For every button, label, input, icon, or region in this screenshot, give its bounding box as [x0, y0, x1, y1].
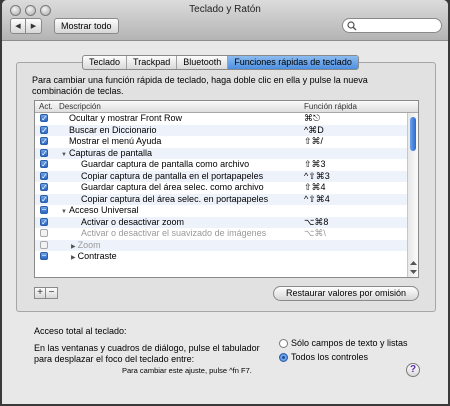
disabled-checkbox[interactable]: ✓: [40, 229, 48, 237]
instructions-line-2: combinación de teclas.: [32, 86, 124, 96]
help-button[interactable]: ?: [406, 363, 420, 377]
forward-arrow-icon: ▶: [30, 23, 37, 30]
enabled-checkbox[interactable]: ✓: [40, 114, 48, 123]
header-act[interactable]: Act.: [39, 101, 53, 112]
back-arrow-icon: ◀: [15, 23, 21, 30]
table-group-row[interactable]: ✓ ▶Zoom: [35, 239, 407, 251]
table-header: Act. Descripción Función rápida: [35, 101, 418, 113]
radio-all-controls[interactable]: [279, 353, 288, 362]
table-row[interactable]: ✓ Mostrar el menú Ayuda ⇧⌘/: [35, 136, 407, 148]
table-row[interactable]: ✓ Activar o desactivar el suavizado de i…: [35, 228, 407, 240]
restore-defaults-button[interactable]: Restaurar valores por omisión: [273, 286, 419, 301]
enabled-checkbox[interactable]: ✓: [40, 217, 48, 226]
scrollbar-thumb[interactable]: [410, 117, 416, 151]
table-row[interactable]: ✓ Copiar captura del área selec. en port…: [35, 193, 407, 205]
tab-keyboard[interactable]: Teclado: [83, 56, 128, 69]
mixed-checkbox[interactable]: −: [40, 252, 48, 260]
row-description: Copiar captura de pantalla en el portapa…: [81, 170, 264, 181]
question-mark-icon: ?: [409, 364, 417, 375]
tab-bar: Teclado Trackpad Bluetooth Funciones ráp…: [82, 55, 359, 70]
row-description: Activar o desactivar el suavizado de imá…: [81, 228, 267, 238]
row-shortcut: ⇧⌘4: [304, 182, 326, 192]
row-shortcut: ⌘⎋: [304, 113, 321, 123]
tab-keyboard-shortcuts[interactable]: Funciones rápidas de teclado: [228, 56, 358, 69]
table-row[interactable]: ✓ Guardar captura del área selec. como a…: [35, 182, 407, 194]
table-row[interactable]: ✓ Buscar en Diccionario ^⌘D: [35, 124, 407, 136]
full-keyboard-access-desc-1: En las ventanas y cuadros de diálogo, pu…: [34, 343, 260, 353]
search-input[interactable]: [342, 18, 442, 33]
radio-text-fields-only[interactable]: [279, 339, 288, 348]
disabled-checkbox[interactable]: ✓: [40, 240, 48, 249]
option-all-controls-label[interactable]: Todos los controles: [291, 352, 368, 363]
preferences-window: Teclado y Ratón ◀ ▶ Mostrar todo Teclado…: [2, 0, 448, 404]
instructions-line-1: Para cambiar una función rápida de tecla…: [32, 75, 368, 85]
row-description: Guardar captura de pantalla como archivo: [81, 159, 250, 169]
row-description: Ocultar y mostrar Front Row: [69, 113, 183, 123]
row-description: Buscar en Diccionario: [69, 124, 157, 135]
mixed-checkbox[interactable]: −: [40, 206, 48, 214]
title-bar: Teclado y Ratón ◀ ▶ Mostrar todo: [2, 0, 448, 41]
row-shortcut: ^⇧⌘3: [304, 170, 330, 181]
enabled-checkbox[interactable]: ✓: [40, 148, 48, 157]
forward-button[interactable]: ▶: [26, 18, 42, 34]
group-title: Zoom: [77, 239, 101, 250]
enabled-checkbox[interactable]: ✓: [40, 137, 48, 146]
tab-bluetooth[interactable]: Bluetooth: [177, 56, 229, 69]
group-title: Contraste: [77, 251, 117, 261]
header-description[interactable]: Descripción: [59, 101, 101, 112]
remove-shortcut-button[interactable]: −: [46, 287, 58, 299]
row-shortcut: ⇧⌘3: [304, 159, 326, 169]
scroll-down-arrow-icon[interactable]: [409, 269, 418, 275]
disclosure-triangle-expanded-icon[interactable]: ▼: [61, 209, 67, 215]
keyboard-access-hint: Para cambiar este ajuste, pulse ^fn F7.: [122, 366, 252, 375]
row-shortcut: ^⌘D: [304, 124, 324, 135]
vertical-scrollbar[interactable]: [407, 113, 418, 277]
disclosure-triangle-expanded-icon[interactable]: ▼: [61, 152, 67, 158]
show-all-button[interactable]: Mostrar todo: [54, 18, 119, 34]
row-shortcut: ^⇧⌘4: [304, 193, 330, 204]
disclosure-triangle-collapsed-icon[interactable]: ▶: [71, 255, 76, 261]
row-shortcut: ⇧⌘/: [304, 136, 324, 146]
enabled-checkbox[interactable]: ✓: [40, 125, 48, 134]
row-shortcut: ⌥⌘8: [304, 216, 329, 227]
scroll-up-arrow-icon[interactable]: [409, 260, 418, 266]
instructions: Para cambiar una función rápida de tecla…: [32, 75, 402, 97]
row-shortcut: ⌥⌘\: [304, 228, 326, 238]
add-shortcut-button[interactable]: +: [34, 287, 46, 299]
table-group-row[interactable]: ✓ ▼ Capturas de pantalla: [35, 147, 407, 159]
enabled-checkbox[interactable]: ✓: [40, 194, 48, 203]
enabled-checkbox[interactable]: ✓: [40, 160, 48, 169]
shortcuts-table[interactable]: Act. Descripción Función rápida ✓ Oculta…: [34, 100, 419, 278]
enabled-checkbox[interactable]: ✓: [40, 171, 48, 180]
back-button[interactable]: ◀: [10, 18, 26, 34]
group-title: Acceso Universal: [68, 205, 139, 215]
table-group-row[interactable]: − ▶ Contraste: [35, 251, 407, 263]
enabled-checkbox[interactable]: ✓: [40, 183, 48, 192]
header-shortcut[interactable]: Función rápida: [304, 101, 357, 112]
group-title: Capturas de pantalla: [68, 147, 153, 158]
table-row[interactable]: ✓ Guardar captura de pantalla como archi…: [35, 159, 407, 171]
table-row[interactable]: ✓ Copiar captura de pantalla en el porta…: [35, 170, 407, 182]
search-icon: [347, 21, 357, 31]
full-keyboard-access-desc-2: para desplazar el foco del teclado entre…: [34, 354, 195, 364]
window-title: Teclado y Ratón: [189, 4, 261, 15]
option-text-fields-label[interactable]: Sólo campos de texto y listas: [291, 338, 408, 349]
table-group-row[interactable]: − ▼ Acceso Universal: [35, 205, 407, 217]
table-row[interactable]: ✓ Activar o desactivar zoom ⌥⌘8: [35, 216, 407, 228]
table-row[interactable]: ✓ Ocultar y mostrar Front Row ⌘⎋: [35, 113, 407, 125]
row-description: Mostrar el menú Ayuda: [69, 136, 162, 146]
row-description: Copiar captura del área selec. en portap…: [81, 193, 269, 204]
full-keyboard-access-title: Acceso total al teclado:: [34, 326, 127, 336]
tab-trackpad[interactable]: Trackpad: [127, 56, 178, 69]
row-description: Guardar captura del área selec. como arc…: [81, 182, 264, 192]
row-description: Activar o desactivar zoom: [81, 216, 185, 227]
disclosure-triangle-collapsed-icon[interactable]: ▶: [71, 244, 76, 250]
